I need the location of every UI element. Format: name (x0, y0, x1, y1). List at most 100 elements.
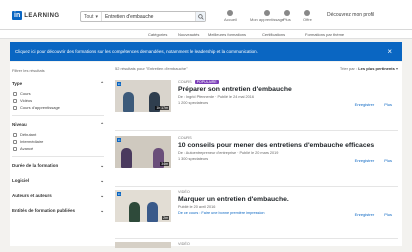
checkbox[interactable] (13, 105, 17, 110)
result-author: De : Ingrid Pfennerde · Publié le 24 mai… (178, 95, 254, 99)
filter-option[interactable]: Cours d'apprentissage (12, 104, 104, 111)
search-icon (197, 13, 204, 20)
filter-option[interactable]: Cours (12, 90, 104, 97)
type-label: VIDÉO (178, 190, 190, 194)
search-category-label: Tout (84, 13, 94, 20)
popular-badge: POPULAIRE (194, 80, 219, 84)
grid-icon (304, 10, 311, 16)
result-card[interactable]: in 34m COURS 10 conseils pour mener des … (115, 136, 398, 186)
nav-my-learning-label: Mon apprentissage (250, 17, 285, 22)
duration-badge: 2m (162, 216, 169, 220)
result-type: VIDÉO (178, 190, 398, 194)
checkbox[interactable] (13, 98, 17, 103)
filter-sidebar: Filtrer les résultats Type ⌃ Cours Vidéos… (12, 68, 104, 223)
filter-type-header[interactable]: Type ⌃ (12, 81, 104, 87)
filter-level-header[interactable]: Niveau ⌃ (12, 122, 104, 128)
subnav-item-categories[interactable]: Catégories (148, 32, 167, 37)
filter-label: Filtrer les résultats (12, 68, 45, 73)
checkbox[interactable] (13, 91, 17, 96)
person-figure (129, 202, 140, 222)
author-text: De : Autoentrepreneur d'entreprise (178, 151, 237, 155)
result-card[interactable]: in 2m VIDÉO Marquer un entretien d'embau… (115, 190, 398, 240)
search-category-dropdown[interactable]: Tout ▾ (81, 12, 102, 21)
more-button[interactable]: Plus (384, 102, 392, 107)
thumbnail-logo: in (117, 192, 122, 196)
result-title[interactable]: Préparer son entretien d'embauche (178, 86, 398, 93)
save-button[interactable]: Enregistrer (355, 102, 375, 107)
subnav-item-new[interactable]: Nouveautés (178, 32, 199, 37)
logo-box: in (12, 11, 23, 20)
course-thumbnail[interactable]: in 1h 17m (115, 80, 171, 112)
filter-option[interactable]: Débutant (12, 131, 104, 138)
result-type: VIDÉO (178, 242, 398, 246)
date-text: Publié le 24 mai 2016 (217, 95, 254, 99)
filter-section-title: Logiciel (12, 178, 30, 183)
banner-text: Cliquez ici pour découvrir des formation… (15, 49, 258, 54)
filter-option[interactable]: Avancé (12, 145, 104, 152)
video-thumbnail[interactable] (115, 242, 171, 248)
divider (12, 156, 104, 157)
checkbox[interactable] (13, 139, 17, 144)
thumbnail-logo: in (117, 138, 122, 142)
filter-section-title: Auteurs et auteurs (12, 193, 52, 198)
more-button[interactable]: Plus (384, 212, 392, 217)
filter-software-header[interactable]: Logiciel ⌄ (12, 178, 104, 184)
video-thumbnail[interactable]: in 2m (115, 190, 171, 222)
sort-value: Les plus pertinents (358, 66, 395, 71)
filter-option-label: Débutant (20, 132, 37, 137)
result-meta: VIDÉO (178, 242, 398, 246)
filter-option[interactable]: Intermédiaire (12, 138, 104, 145)
result-type: COURS POPULAIRE (178, 80, 398, 84)
avatar (283, 10, 290, 16)
results-list: 52 résultats pour "Entretien d'embauche"… (115, 66, 398, 248)
save-button[interactable]: Enregistrer (355, 158, 375, 163)
filter-duration-header[interactable]: Durée de la formation ⌄ (12, 163, 104, 169)
search-input[interactable]: Entretien d'embauche (102, 14, 195, 20)
nav-more[interactable]: Plus (283, 10, 291, 22)
nav-home-label: Accueil (224, 17, 237, 22)
result-title[interactable]: 10 conseils pour mener des entretiens d'… (178, 142, 398, 149)
save-button[interactable]: Enregistrer (355, 212, 375, 217)
person-figure (147, 202, 158, 222)
filter-authors-header[interactable]: Auteurs et auteurs ⌄ (12, 193, 104, 199)
nav-my-learning[interactable]: Mon apprentissage (250, 10, 284, 22)
result-card[interactable]: VIDÉO (115, 242, 398, 252)
more-button[interactable]: Plus (384, 158, 392, 163)
filter-type-title: Type (12, 81, 23, 86)
checkbox[interactable] (13, 146, 17, 151)
divider (115, 238, 398, 239)
chevron-up-icon: ⌃ (100, 122, 104, 127)
linkedin-learning-logo[interactable]: in LEARNING (12, 10, 60, 21)
type-label: COURS (178, 136, 192, 140)
chevron-down-icon: ⌄ (100, 193, 104, 198)
result-actions: Enregistrer Plus (355, 158, 392, 163)
info-banner[interactable]: Cliquez ici pour découvrir des formation… (10, 42, 402, 61)
result-title[interactable]: Marquer un entretien d'embauche. (178, 196, 398, 203)
result-actions: Enregistrer Plus (355, 212, 392, 217)
divider (115, 186, 398, 187)
person-figure (123, 92, 134, 112)
subnav-item-top[interactable]: Meilleures formations (208, 32, 246, 37)
secondary-nav: Catégories Nouveautés Meilleures formati… (0, 30, 412, 39)
nav-home[interactable]: Accueil (224, 10, 237, 22)
result-card[interactable]: in 1h 17m COURS POPULAIRE Préparer son en… (115, 80, 398, 130)
checkbox[interactable] (13, 132, 17, 137)
home-icon (227, 10, 234, 16)
filter-option[interactable]: Vidéos (12, 97, 104, 104)
sort-control[interactable]: Trier par : Les plus pertinents ▾ (340, 66, 398, 76)
thumbnail-logo: in (117, 82, 122, 86)
subnav-item-certifications[interactable]: Certifications (262, 32, 285, 37)
subnav-item-by-topic[interactable]: Formations par thème (305, 32, 344, 37)
nav-offer[interactable]: Offre (303, 10, 312, 22)
author-text: De : Ingrid Pfennerde (178, 95, 215, 99)
close-icon[interactable]: × (387, 47, 392, 56)
sort-label: Trier par : (339, 66, 358, 71)
filter-section-title: Durée de la formation (12, 163, 59, 168)
profile-link[interactable]: Découvrez mon profil (327, 12, 374, 18)
duration-badge: 34m (160, 162, 169, 166)
filter-option-label: Cours d'apprentissage (20, 105, 60, 110)
chevron-up-icon: ⌃ (100, 81, 104, 86)
filter-entities-header[interactable]: Entités de formation publiées ⌄ (12, 208, 104, 214)
course-thumbnail[interactable]: in 34m (115, 136, 171, 168)
search-button[interactable] (195, 12, 205, 21)
